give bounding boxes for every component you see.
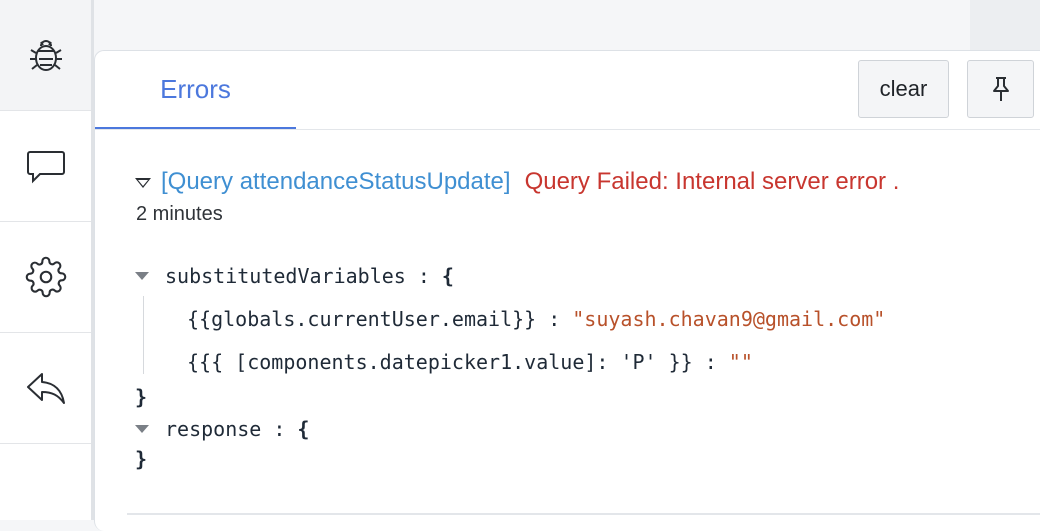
tree-row-response: response : { — [135, 415, 309, 443]
tree-row-substituted: substitutedVariables : { — [135, 262, 454, 290]
pin-button[interactable] — [967, 60, 1034, 118]
clear-button[interactable]: clear — [858, 60, 949, 118]
entry-divider — [127, 513, 1040, 515]
tree-row-close: } — [135, 445, 147, 473]
tree-row-var1: {{globals.currentUser.email}} : "suyash.… — [187, 305, 885, 333]
expand-caret-icon[interactable] — [135, 425, 149, 433]
tree-value: "suyash.chavan9@gmail.com" — [572, 307, 886, 331]
tree-brace: } — [135, 385, 148, 409]
error-message: Query Failed: Internal server error . — [524, 168, 900, 195]
undo-icon — [26, 373, 65, 404]
tree-key: {{globals.currentUser.email}} — [187, 307, 537, 331]
tree-colon: : — [273, 417, 286, 441]
comment-icon — [26, 151, 65, 184]
error-timestamp: 2 minutes — [136, 203, 223, 225]
tree-brace: { — [297, 417, 310, 441]
tree-brace: { — [441, 264, 454, 288]
sidebar-item-comments[interactable] — [0, 111, 91, 222]
panel-header: Errors clear — [95, 51, 1040, 130]
debugger-panel: Errors clear [Query attendanceStatusUpda… — [94, 50, 1040, 531]
query-link[interactable]: [Query attendanceStatusUpdate] — [161, 168, 511, 196]
tree-colon: : — [417, 264, 430, 288]
sidebar-item-settings[interactable] — [0, 222, 91, 333]
expand-caret-icon[interactable] — [135, 272, 149, 280]
tree-key: response — [165, 417, 262, 441]
sidebar-item-back[interactable] — [0, 333, 91, 444]
error-entry-header: [Query attendanceStatusUpdate] Query Fai… — [135, 166, 899, 198]
collapse-caret-icon[interactable] — [135, 178, 151, 188]
tree-value: "" — [728, 350, 753, 374]
tree-key: {{{ [components.datepicker1.value]: 'P' … — [187, 350, 693, 374]
sidebar-item-debugger[interactable] — [0, 0, 91, 111]
tree-colon: : — [548, 307, 561, 331]
left-sidebar — [0, 0, 94, 520]
bug-icon — [29, 40, 62, 71]
tree-row-var2: {{{ [components.datepicker1.value]: 'P' … — [187, 348, 753, 376]
tree-brace: } — [135, 447, 148, 471]
tree-colon: : — [704, 350, 717, 374]
tree-row-close: } — [135, 383, 147, 411]
gear-icon — [25, 256, 66, 298]
pin-icon — [992, 77, 1009, 101]
tree-guide-line — [143, 296, 144, 374]
top-strip — [970, 0, 1040, 50]
tree-key: substitutedVariables — [165, 264, 406, 288]
tab-errors[interactable]: Errors — [95, 51, 296, 129]
